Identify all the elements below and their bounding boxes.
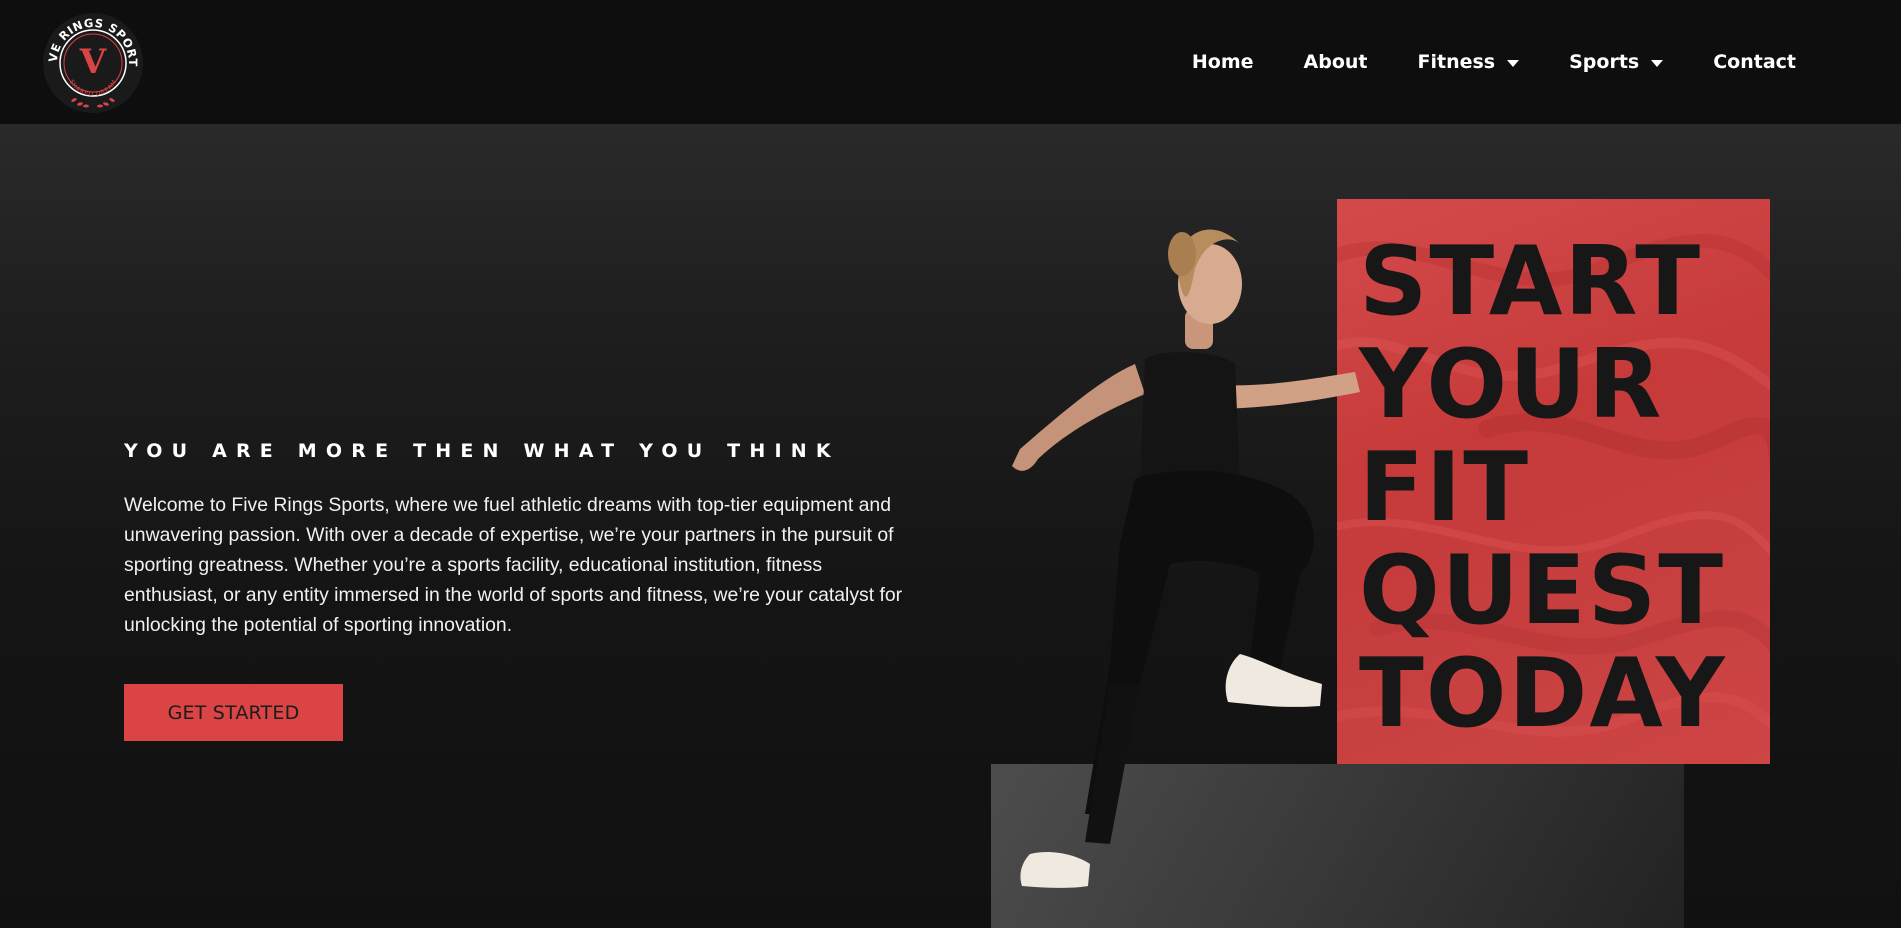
caret-down-icon	[1651, 59, 1664, 67]
nav-item-label: Home	[1191, 51, 1254, 73]
nav-item-fitness[interactable]: Fitness	[1393, 51, 1545, 73]
svg-text:V: V	[79, 42, 107, 82]
nav-item-home[interactable]: Home	[1167, 51, 1279, 73]
nav-item-label: Fitness	[1417, 51, 1496, 73]
nav-item-sports[interactable]: Sports	[1544, 51, 1688, 73]
get-started-button[interactable]: GET STARTED	[124, 684, 343, 741]
site-header: FIVE RINGS SPORTS SHARED DREAM V Home Ab…	[0, 0, 1901, 124]
headline-line: FIT	[1359, 433, 1531, 543]
main-nav: Home About Fitness Sports Contact	[1167, 0, 1821, 124]
five-rings-sports-logo[interactable]: FIVE RINGS SPORTS SHARED DREAM V	[36, 0, 146, 116]
headline-line: TODAY	[1359, 639, 1727, 749]
nav-item-label: Contact	[1713, 51, 1796, 73]
headline-panel: START YOUR FIT QUEST TODAY	[1337, 199, 1770, 764]
hero-tagline: YOU ARE MORE THEN WHAT YOU THINK	[124, 440, 840, 462]
headline-line: START	[1359, 227, 1703, 337]
headline-line: QUEST	[1359, 536, 1726, 646]
headline-line: YOUR	[1359, 330, 1664, 440]
caret-down-icon	[1507, 59, 1520, 67]
nav-item-about[interactable]: About	[1279, 51, 1393, 73]
athlete-image	[1012, 229, 1360, 888]
nav-item-contact[interactable]: Contact	[1688, 51, 1821, 73]
nav-item-label: About	[1303, 51, 1368, 73]
nav-item-label: Sports	[1569, 51, 1640, 73]
hero-intro-text: Welcome to Five Rings Sports, where we f…	[124, 494, 903, 636]
hero-section: YOU ARE MORE THEN WHAT YOU THINK Welcome…	[0, 124, 1901, 928]
